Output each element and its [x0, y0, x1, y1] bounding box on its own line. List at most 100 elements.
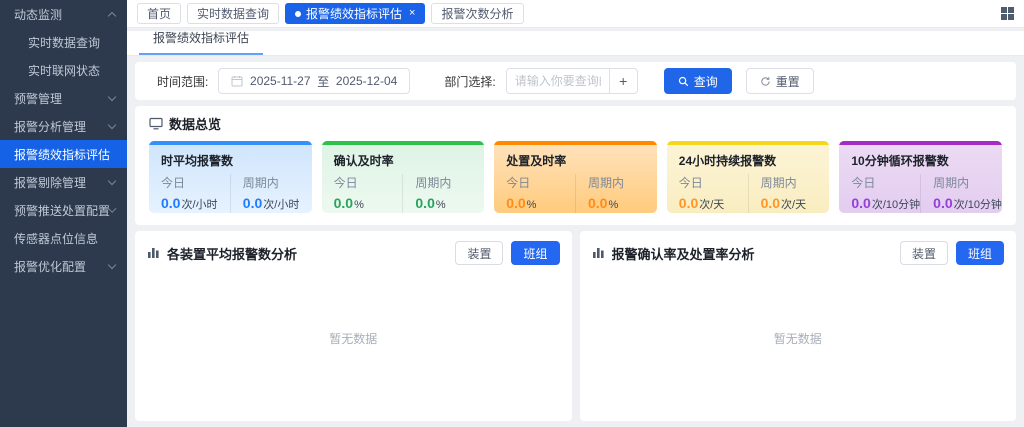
stat-card-confirm-timeliness: 确认及时率 今日 0.0% 周期内 0.0% [322, 141, 485, 213]
period-unit: % [608, 199, 618, 211]
calendar-icon [231, 75, 243, 87]
page-tab-strip: 报警绩效指标评估 [127, 31, 1024, 56]
today-label: 今日 [851, 174, 920, 191]
stat-card-10min-cycle-alarms: 10分钟循环报警数 今日 0.0次/10分钟 周期内 0.0次/10分钟 [839, 141, 1002, 213]
period-value: 0.0 [243, 195, 262, 211]
sidebar-item-label: 报警绩效指标评估 [14, 146, 110, 163]
today-value: 0.0 [679, 195, 698, 211]
page-tab-alarm-performance-eval[interactable]: 报警绩效指标评估 [139, 30, 263, 55]
sidebar: 动态监测 实时数据查询 实时联网状态 预警管理 报警分析管理 报警绩效指标评估 … [0, 0, 127, 427]
period-label: 周期内 [761, 174, 830, 191]
period-value: 0.0 [588, 195, 607, 211]
apps-grid-icon[interactable] [1001, 7, 1014, 20]
sidebar-item-alarm-removal-mgmt[interactable]: 报警剔除管理 [0, 168, 127, 196]
tab-alarm-performance-eval[interactable]: 报警绩效指标评估 × [285, 3, 425, 24]
sidebar-item-label: 预警管理 [14, 90, 62, 107]
sidebar-item-alarm-optimization-config[interactable]: 报警优化配置 [0, 252, 127, 280]
monitor-icon [149, 117, 163, 130]
today-label: 今日 [506, 174, 575, 191]
period-unit: 次/天 [781, 199, 806, 211]
sidebar-item-dynamic-monitoring[interactable]: 动态监测 [0, 0, 127, 28]
sidebar-item-label: 实时数据查询 [28, 34, 100, 51]
stat-title: 处置及时率 [494, 145, 657, 174]
sidebar-item-label: 预警推送处置配置 [14, 202, 110, 219]
tab-realtime-data-query[interactable]: 实时数据查询 [187, 3, 279, 24]
stat-card-hourly-avg-alarms: 时平均报警数 今日 0.0次/小时 周期内 0.0次/小时 [149, 141, 312, 213]
tab-label: 实时数据查询 [197, 5, 269, 22]
app-window: 动态监测 实时数据查询 实时联网状态 预警管理 报警分析管理 报警绩效指标评估 … [0, 0, 1024, 427]
bar-chart-icon [592, 247, 605, 259]
sidebar-item-warning-push-config[interactable]: 预警推送处置配置 [0, 196, 127, 224]
tab-home[interactable]: 首页 [137, 3, 181, 24]
empty-state-text: 暂无数据 [147, 265, 560, 411]
sidebar-item-sensor-point-info[interactable]: 传感器点位信息 [0, 224, 127, 252]
sidebar-item-early-warning-mgmt[interactable]: 预警管理 [0, 84, 127, 112]
date-range-picker[interactable]: 2025-11-27 至 2025-12-04 [218, 68, 410, 94]
add-department-button[interactable]: + [609, 69, 637, 93]
department-input[interactable] [507, 69, 609, 93]
department-input-group: + [506, 68, 638, 94]
device-toggle-button[interactable]: 装置 [900, 241, 948, 265]
reset-button-label: 重置 [776, 73, 800, 90]
period-value: 0.0 [933, 195, 952, 211]
search-button[interactable]: 查询 [664, 68, 732, 94]
page-content: 时间范围: 2025-11-27 至 2025-12-04 部门选择: + [127, 56, 1024, 427]
chevron-up-icon [108, 11, 116, 19]
stat-card-row: 时平均报警数 今日 0.0次/小时 周期内 0.0次/小时 [149, 141, 1002, 213]
period-label: 周期内 [588, 174, 657, 191]
sidebar-item-alarm-analysis-mgmt[interactable]: 报警分析管理 [0, 112, 127, 140]
search-button-label: 查询 [694, 73, 718, 90]
panel-title: 各装置平均报警数分析 [167, 244, 297, 263]
tab-label: 报警绩效指标评估 [306, 5, 402, 22]
sidebar-item-realtime-data-query[interactable]: 实时数据查询 [0, 28, 127, 56]
sidebar-item-label: 报警剔除管理 [14, 174, 86, 191]
sidebar-item-label: 报警分析管理 [14, 118, 86, 135]
time-range-label: 时间范围: [157, 73, 208, 90]
refresh-icon [760, 76, 771, 87]
panel-title: 报警确认率及处置率分析 [612, 244, 755, 263]
tab-alarm-count-analysis[interactable]: 报警次数分析 [431, 3, 523, 24]
stat-card-24h-continuous-alarms: 24小时持续报警数 今日 0.0次/天 周期内 0.0次/天 [667, 141, 830, 213]
team-toggle-button[interactable]: 班组 [956, 241, 1004, 265]
period-unit: % [436, 199, 446, 211]
period-label: 周期内 [933, 174, 1002, 191]
today-unit: 次/小时 [181, 199, 217, 211]
tab-label: 报警次数分析 [441, 5, 513, 22]
sidebar-item-alarm-performance-eval[interactable]: 报警绩效指标评估 [0, 140, 127, 168]
start-date-value[interactable]: 2025-11-27 [250, 74, 311, 88]
today-value: 0.0 [851, 195, 870, 211]
today-unit: % [527, 199, 537, 211]
team-toggle-button[interactable]: 班组 [511, 241, 559, 265]
empty-state-text: 暂无数据 [592, 265, 1005, 411]
sidebar-item-realtime-network-status[interactable]: 实时联网状态 [0, 56, 127, 84]
chevron-down-icon [108, 120, 116, 128]
overview-title: 数据总览 [169, 114, 221, 133]
today-label: 今日 [679, 174, 748, 191]
stat-title: 时平均报警数 [149, 145, 312, 174]
filter-bar: 时间范围: 2025-11-27 至 2025-12-04 部门选择: + [135, 62, 1016, 100]
today-value: 0.0 [506, 195, 525, 211]
stat-title: 确认及时率 [322, 145, 485, 174]
period-value: 0.0 [415, 195, 434, 211]
chevron-down-icon [108, 176, 116, 184]
panel-device-avg-alarms: 各装置平均报警数分析 装置 班组 暂无数据 [135, 231, 572, 421]
today-label: 今日 [161, 174, 230, 191]
sidebar-item-label: 动态监测 [14, 6, 62, 23]
top-tab-bar: 首页 实时数据查询 报警绩效指标评估 × 报警次数分析 [127, 0, 1024, 28]
reset-button[interactable]: 重置 [746, 68, 814, 94]
stat-card-handle-timeliness: 处置及时率 今日 0.0% 周期内 0.0% [494, 141, 657, 213]
period-value: 0.0 [761, 195, 780, 211]
period-unit: 次/小时 [263, 199, 299, 211]
panel-confirm-handle-rate: 报警确认率及处置率分析 装置 班组 暂无数据 [580, 231, 1017, 421]
close-icon[interactable]: × [409, 8, 415, 19]
chevron-down-icon [108, 92, 116, 100]
active-dot-icon [295, 11, 301, 17]
today-label: 今日 [334, 174, 403, 191]
today-unit: 次/天 [699, 199, 724, 211]
today-value: 0.0 [161, 195, 180, 211]
department-label: 部门选择: [444, 73, 495, 90]
stat-title: 10分钟循环报警数 [839, 145, 1002, 174]
sidebar-item-label: 实时联网状态 [28, 62, 100, 79]
end-date-value[interactable]: 2025-12-04 [336, 74, 397, 88]
device-toggle-button[interactable]: 装置 [455, 241, 503, 265]
